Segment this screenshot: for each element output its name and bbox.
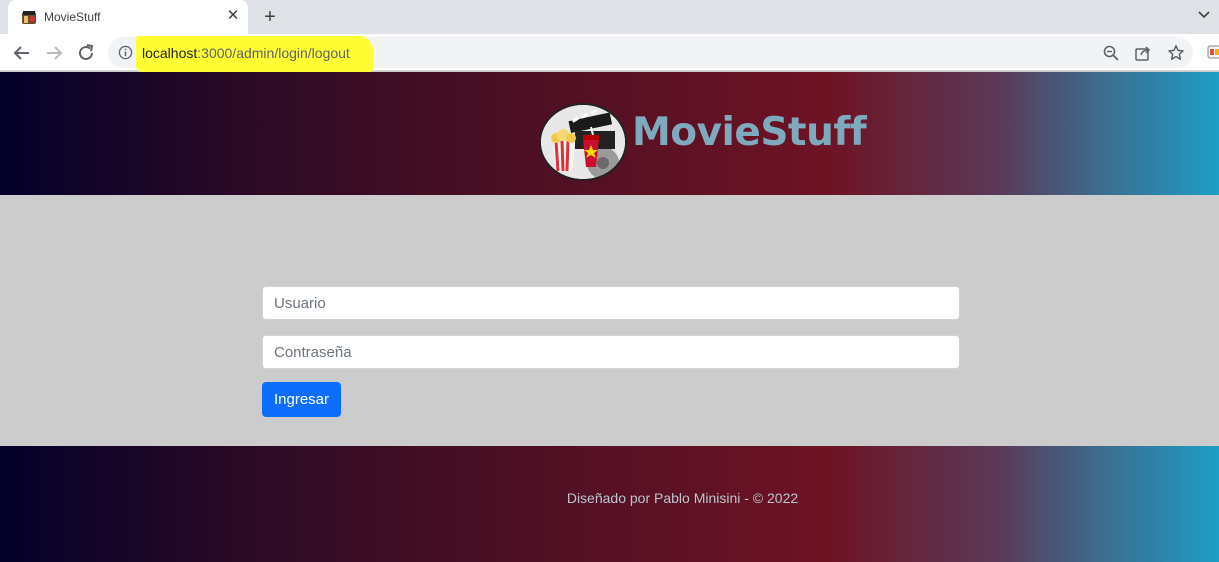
address-url[interactable]: localhost:3000/admin/login/logout <box>142 45 350 61</box>
tab-close-icon[interactable]: ✕ <box>225 8 241 24</box>
zoom-icon[interactable] <box>1102 44 1120 62</box>
url-path: :3000/admin/login/logout <box>197 45 350 61</box>
browser-tab[interactable]: MovieStuff ✕ <box>8 0 248 34</box>
footer-credit: Diseñado por Pablo Minisini - © 2022 <box>566 490 799 506</box>
login-submit-button[interactable]: Ingresar <box>262 382 341 417</box>
back-arrow-icon[interactable] <box>10 41 34 65</box>
site-footer: Diseñado por Pablo Minisini - © 2022 <box>0 446 1219 562</box>
site-info-icon[interactable] <box>118 45 133 60</box>
movie-favicon-icon <box>22 11 36 24</box>
new-tab-button[interactable]: + <box>259 6 281 28</box>
login-section: Ingresar <box>0 195 1219 446</box>
forward-arrow-icon[interactable] <box>42 41 66 65</box>
site-header: MovieStuff <box>0 72 1219 195</box>
browser-toolbar: localhost:3000/admin/login/logout <box>0 34 1219 72</box>
brand-title[interactable]: MovieStuff <box>632 110 867 155</box>
extension-icon[interactable] <box>1207 45 1219 59</box>
password-input[interactable] <box>262 335 960 369</box>
share-icon[interactable] <box>1134 44 1152 62</box>
bookmark-star-icon[interactable] <box>1167 44 1185 62</box>
moviestuff-logo <box>539 103 627 181</box>
url-host: localhost <box>142 45 198 61</box>
tab-search-chevron-icon[interactable] <box>1196 6 1212 22</box>
address-bar[interactable]: localhost:3000/admin/login/logout <box>108 36 1193 72</box>
tab-title: MovieStuff <box>44 10 101 24</box>
username-input[interactable] <box>262 286 960 320</box>
reload-icon[interactable] <box>74 41 98 65</box>
browser-tabstrip: MovieStuff ✕ + <box>0 0 1219 34</box>
